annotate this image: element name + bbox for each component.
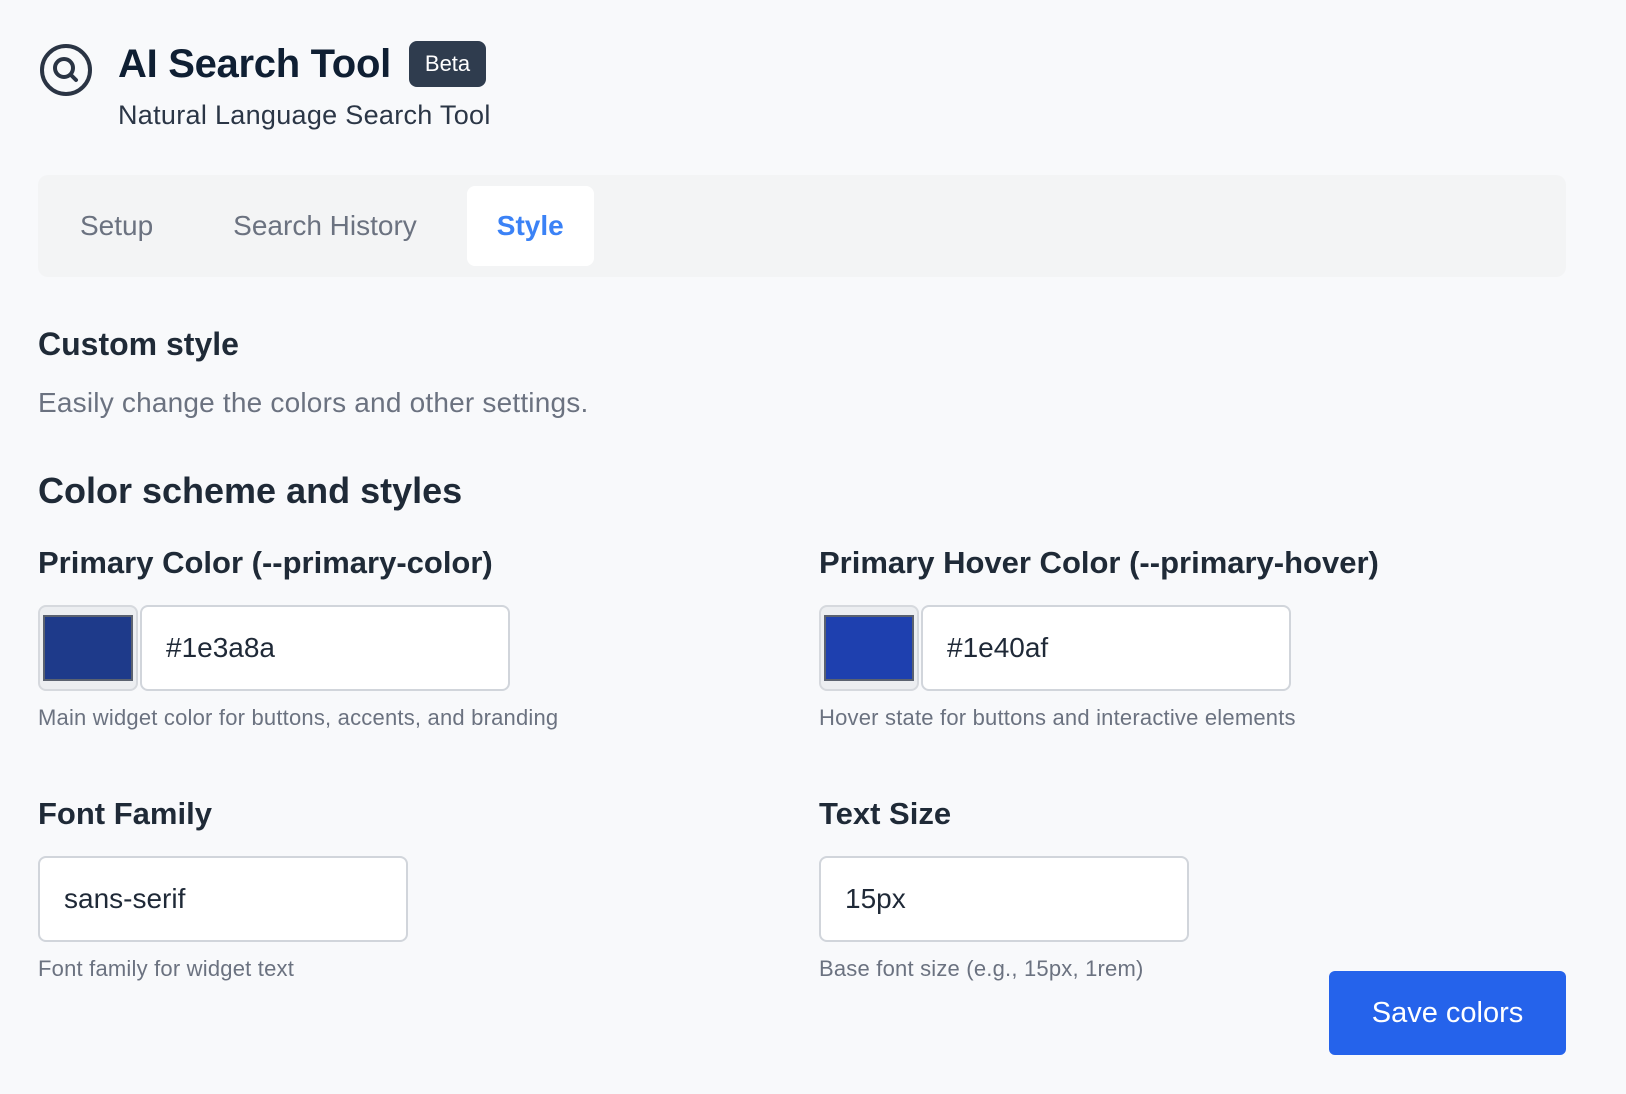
app-subtitle: Natural Language Search Tool <box>118 100 491 130</box>
font-family-label: Font Family <box>38 796 212 831</box>
primary-hover-input[interactable]: #1e40af <box>921 605 1291 691</box>
primary-hover-field: Primary Hover Color (--primary-hover) #1… <box>819 541 1566 731</box>
color-scheme-title: Color scheme and styles <box>38 470 463 511</box>
app-title: AI Search Tool <box>118 42 391 86</box>
header: AI Search Tool Beta Natural Language Sea… <box>38 38 491 131</box>
primary-color-help: Main widget color for buttons, accents, … <box>38 705 559 730</box>
primary-color-input[interactable]: #1e3a8a <box>140 605 510 691</box>
primary-hover-help: Hover state for buttons and interactive … <box>819 705 1296 730</box>
page: AI Search Tool Beta Natural Language Sea… <box>0 0 1626 1094</box>
custom-style-description: Easily change the colors and other setti… <box>38 387 589 418</box>
font-family-help: Font family for widget text <box>38 956 295 981</box>
primary-color-picker[interactable] <box>38 605 138 691</box>
custom-style-title: Custom style <box>38 326 239 362</box>
title-row: AI Search Tool Beta <box>118 38 491 90</box>
tab-setup[interactable]: Setup <box>50 186 183 266</box>
save-colors-button[interactable]: Save colors <box>1329 971 1566 1055</box>
header-text: AI Search Tool Beta Natural Language Sea… <box>118 38 491 131</box>
font-family-input[interactable]: sans-serif <box>38 856 408 942</box>
font-family-field: Font Family sans-serif Font family for w… <box>38 792 738 982</box>
tab-bar: Setup Search History Style <box>38 175 1566 277</box>
beta-badge: Beta <box>408 41 487 87</box>
tab-style[interactable]: Style <box>466 186 594 266</box>
text-size-label: Text Size <box>819 796 952 831</box>
text-size-input[interactable]: 15px <box>819 856 1189 942</box>
primary-color-label: Primary Color (--primary-color) <box>38 545 493 580</box>
tab-search-history[interactable]: Search History <box>203 186 447 266</box>
primary-color-swatch <box>43 615 133 681</box>
primary-color-field: Primary Color (--primary-color) #1e3a8a … <box>38 541 738 731</box>
search-circle-icon <box>40 44 92 96</box>
primary-hover-label: Primary Hover Color (--primary-hover) <box>819 545 1379 580</box>
primary-hover-picker[interactable] <box>819 605 919 691</box>
primary-hover-row: #1e40af <box>819 605 1566 691</box>
primary-hover-swatch <box>824 615 914 681</box>
text-size-field: Text Size 15px Base font size (e.g., 15p… <box>819 792 1519 982</box>
primary-color-row: #1e3a8a <box>38 605 738 691</box>
